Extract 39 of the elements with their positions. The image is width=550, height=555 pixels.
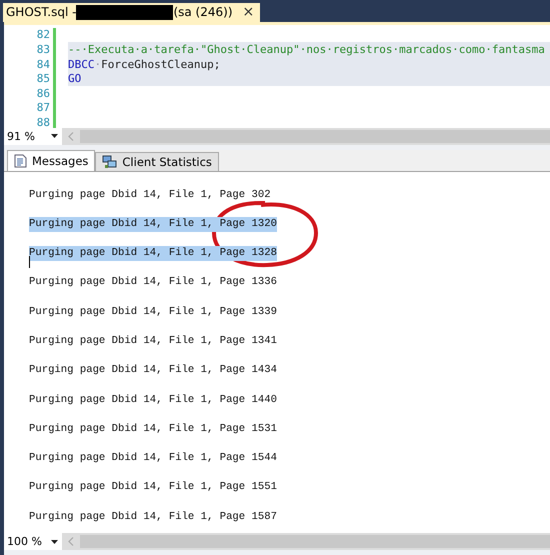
message-text: Purging page Dbid 14, File 1, Page 1336 [29,275,277,290]
text-cursor [29,256,30,268]
line-number: 85 [36,72,51,86]
whitespace-mark: · [94,58,102,71]
dropdown-caret-icon [51,134,58,138]
tab-title: GHOST.sql - [6,5,76,20]
sql-keyword: GO [68,72,82,86]
line-number: 83 [36,43,51,56]
document-icon [14,154,27,168]
message-text: Purging page Dbid 14, File 1, Page 1440 [29,392,277,408]
line-number: 87 [36,101,51,114]
message-text: Purging page Dbid 14, File 1, Page 1328 [29,246,277,262]
dropdown-caret-icon [51,540,58,544]
monitors-icon [102,154,118,169]
scroll-left-icon [68,537,74,546]
zoom-dropdown[interactable]: 100 % [4,533,62,550]
code-text: ForceGhostCleanup; [101,58,220,71]
message-text: Purging page Dbid 14, File 1, Page 1434 [29,363,277,378]
code-comment: --·Executa·a·tarefa·"Ghost·Cleanup"·nos·registros·marcados·como·fantasma [68,43,545,56]
message-text: Purging page Dbid 14, File 1, Page 302 [29,188,271,203]
scroll-left-icon [68,132,74,141]
line-number: 84 [36,58,51,71]
message-text: Purging page Dbid 14, File 1, Page 1551 [29,480,277,496]
line-number: 88 [36,116,51,129]
message-text: Purging page Dbid 14, File 1, Page 1587 [29,510,277,525]
close-button[interactable]: × [242,4,254,20]
tab-title: (sa (246)) [173,5,233,20]
message-text: Purging page Dbid 14, File 1, Page 1544 [29,451,277,466]
message-text: Purging page Dbid 14, File 1, Page 1531 [29,422,277,437]
results-tab[interactable]: Messages [7,150,96,171]
line-number: 86 [36,86,51,100]
sql-keyword: DBCC [68,58,94,71]
results-tab[interactable]: Client Statistics [95,152,219,171]
document-tab[interactable]: GHOST.sql - (sa (246)) × [3,2,260,22]
message-text: Purging page Dbid 14, File 1, Page 1341 [29,334,277,349]
line-number: 82 [36,28,51,42]
zoom-dropdown[interactable]: 91 % [4,128,62,145]
message-text: Purging page Dbid 14, File 1, Page 1320 [29,216,277,232]
message-text: Purging page Dbid 14, File 1, Page 1339 [29,304,277,320]
